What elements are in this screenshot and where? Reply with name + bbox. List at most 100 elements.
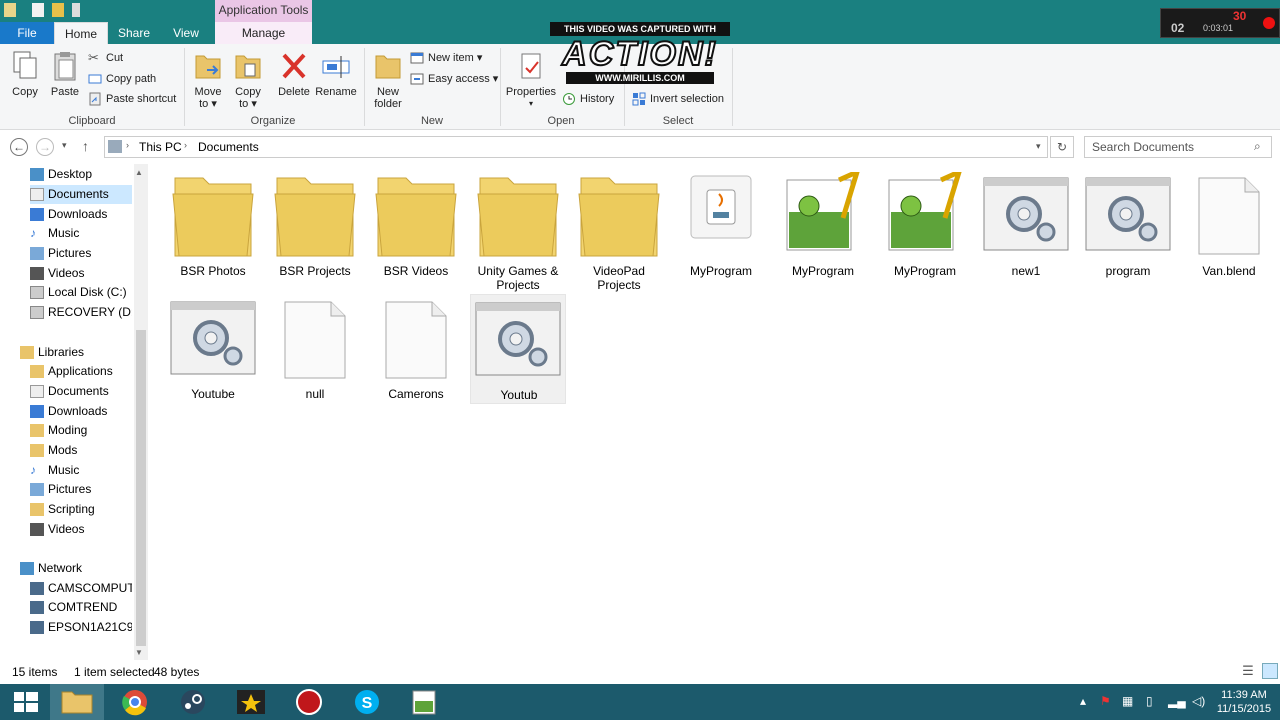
signal-icon[interactable]: ▂▄: [1168, 694, 1186, 708]
chevron-right-icon[interactable]: ›: [184, 140, 187, 150]
nav-item-network[interactable]: Network: [20, 559, 122, 578]
paste-shortcut-button[interactable]: Paste shortcut: [88, 90, 176, 108]
qa-dropdown-icon[interactable]: [72, 3, 80, 17]
tab-view[interactable]: View: [162, 22, 210, 44]
clock[interactable]: 11:39 AM 11/15/2015: [1214, 688, 1274, 716]
folder-icon: [370, 172, 462, 262]
show-hidden-icons[interactable]: ▴: [1080, 694, 1086, 708]
rename-icon: [322, 56, 350, 78]
paste-label: Paste: [50, 86, 80, 98]
nav-item-comtrend[interactable]: COMTREND: [30, 598, 132, 617]
copy-folder-icon: [235, 55, 261, 79]
nav-item-videos[interactable]: Videos: [30, 264, 132, 283]
nav-item-pictures[interactable]: Pictures: [30, 244, 132, 263]
tab-home[interactable]: Home: [54, 22, 108, 44]
scroll-up-icon[interactable]: ▲: [135, 168, 143, 177]
cut-button[interactable]: ✂ Cut: [88, 49, 123, 67]
file-item[interactable]: program: [1080, 170, 1176, 280]
nav-item-camscomputer[interactable]: CAMSCOMPUTE: [30, 579, 132, 598]
battery-icon[interactable]: ▯: [1146, 694, 1153, 708]
nav-item-moding[interactable]: Moding: [30, 421, 132, 440]
nav-scrollbar-thumb[interactable]: [136, 330, 146, 646]
nav-item-lib-pictures[interactable]: Pictures: [30, 480, 132, 499]
scroll-down-icon[interactable]: ▼: [135, 648, 143, 657]
taskbar-movie-app[interactable]: [224, 684, 278, 720]
nav-item-documents[interactable]: Documents: [30, 185, 132, 204]
folder-item[interactable]: Unity Games & Projects: [470, 170, 566, 294]
file-item[interactable]: Camerons: [368, 294, 464, 404]
tab-manage[interactable]: Manage: [215, 22, 312, 44]
refresh-button[interactable]: ↻: [1050, 136, 1074, 158]
back-button[interactable]: ←: [10, 138, 28, 156]
copy-to-button[interactable]: Copy to ▾: [230, 50, 266, 110]
windows-tray-icon[interactable]: ▦: [1122, 694, 1133, 708]
taskbar-chrome[interactable]: [108, 684, 162, 720]
address-dropdown-icon[interactable]: ▾: [1036, 141, 1041, 152]
invert-selection-button[interactable]: Invert selection: [632, 90, 724, 108]
taskbar-file-explorer[interactable]: [50, 684, 104, 720]
nav-item-lib-downloads[interactable]: Downloads: [30, 402, 132, 421]
nav-item-desktop[interactable]: Desktop: [30, 165, 132, 184]
delete-button[interactable]: Delete: [276, 50, 312, 98]
move-to-button[interactable]: Move to ▾: [190, 50, 226, 110]
nav-item-epson[interactable]: EPSON1A21C9: [30, 618, 132, 637]
file-item[interactable]: MyProgram: [775, 167, 871, 280]
file-name: BSR Photos: [180, 264, 246, 278]
easy-access-button[interactable]: Easy access ▾: [410, 70, 498, 88]
file-item[interactable]: new1: [978, 170, 1074, 280]
file-item[interactable]: MyProgram: [877, 167, 973, 280]
new-folder-qa-icon[interactable]: [52, 3, 64, 17]
folder-item[interactable]: BSR Projects: [267, 170, 363, 280]
properties-qa-icon[interactable]: [32, 3, 44, 17]
nav-item-music[interactable]: ♪ Music: [30, 224, 132, 243]
start-button[interactable]: [0, 684, 54, 720]
watermark-url: WWW.MIRILLIS.COM: [566, 72, 714, 84]
nav-item-mods[interactable]: Mods: [30, 441, 132, 460]
taskbar-skype[interactable]: S: [340, 684, 394, 720]
new-folder-button[interactable]: New folder: [370, 50, 406, 110]
file-item[interactable]: null: [267, 294, 363, 404]
nav-item-lib-documents[interactable]: Documents: [30, 382, 132, 401]
history-label: History: [580, 93, 615, 105]
nav-item-lib-videos[interactable]: Videos: [30, 520, 132, 539]
folder-item[interactable]: BSR Videos: [368, 170, 464, 280]
nav-item-local-disk[interactable]: Local Disk (C:): [30, 283, 132, 302]
details-view-icon[interactable]: ☰: [1240, 663, 1256, 679]
tab-share[interactable]: Share: [110, 22, 158, 44]
breadcrumb-this-pc[interactable]: This PC: [139, 140, 182, 154]
forward-button[interactable]: →: [36, 138, 54, 156]
taskbar-notepadpp[interactable]: [398, 684, 452, 720]
taskbar-steam[interactable]: [166, 684, 220, 720]
properties-dropdown-icon[interactable]: ▾: [504, 98, 558, 110]
file-item[interactable]: MyProgram: [673, 170, 769, 280]
file-item[interactable]: Van.blend: [1181, 170, 1277, 280]
nav-item-recovery[interactable]: RECOVERY (D:): [30, 303, 132, 322]
copy-path-button[interactable]: Copy path: [88, 70, 156, 88]
copy-button[interactable]: Copy: [6, 50, 44, 98]
file-item[interactable]: Youtub: [470, 294, 566, 404]
file-item[interactable]: Youtube: [165, 294, 261, 404]
recent-locations-icon[interactable]: ▾: [62, 140, 67, 151]
history-button[interactable]: History: [562, 90, 614, 108]
breadcrumb-documents[interactable]: Documents: [198, 140, 259, 154]
nav-item-applications[interactable]: Applications: [30, 362, 132, 381]
flag-icon[interactable]: ⚑: [1100, 694, 1111, 708]
paste-button[interactable]: Paste: [46, 50, 84, 98]
nav-item-libraries[interactable]: Libraries: [20, 343, 122, 362]
nav-item-scripting[interactable]: Scripting: [30, 500, 132, 519]
new-item-button[interactable]: New item ▾: [410, 49, 482, 67]
nav-item-lib-music[interactable]: ♪ Music: [30, 461, 132, 480]
chevron-right-icon[interactable]: ›: [126, 140, 129, 150]
large-icons-view-icon[interactable]: [1262, 663, 1278, 679]
nav-label: Local Disk (C:): [48, 285, 127, 299]
tab-file[interactable]: File: [0, 22, 54, 44]
folder-item[interactable]: BSR Photos: [165, 170, 261, 280]
copy-path-label: Copy path: [106, 73, 157, 85]
up-arrow-icon[interactable]: ↑: [82, 138, 89, 154]
search-icon[interactable]: ⌕: [1254, 139, 1261, 154]
rename-button[interactable]: Rename: [314, 50, 358, 98]
taskbar-recorder[interactable]: [282, 684, 336, 720]
volume-icon[interactable]: ◁): [1192, 694, 1205, 708]
nav-item-downloads[interactable]: Downloads: [30, 205, 132, 224]
folder-item[interactable]: VideoPad Projects: [571, 170, 667, 294]
